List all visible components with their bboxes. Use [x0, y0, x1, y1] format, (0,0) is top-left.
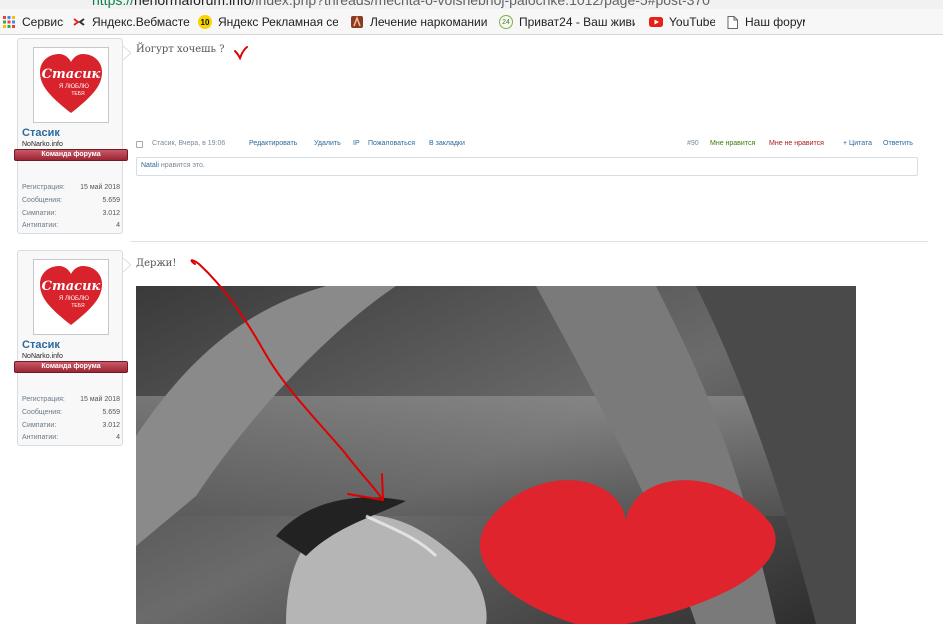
- yandex-ad-network-icon: 10: [198, 15, 212, 29]
- page-icon: [725, 15, 739, 29]
- dislike-button[interactable]: Мне не нравится: [769, 140, 824, 147]
- like-button[interactable]: Мне нравится: [710, 140, 755, 147]
- delete-link[interactable]: Удалить: [314, 140, 341, 147]
- avatar[interactable]: Стасик Я ЛЮБЛЮ ТЕБЯ: [33, 259, 109, 335]
- username[interactable]: Стасик: [22, 339, 60, 351]
- user-site: NoNarko.info: [22, 141, 63, 148]
- privat24-icon: 24: [499, 15, 513, 29]
- avatar-brand-text: Стасик: [42, 67, 101, 82]
- select-checkbox[interactable]: [136, 141, 143, 148]
- user-info-panel: Стасик Я ЛЮБЛЮ ТЕБЯ Стасик NoNarko.info …: [14, 38, 128, 234]
- post-message: Йогурт хочешь ?: [136, 44, 225, 55]
- ip-link[interactable]: IP: [353, 140, 360, 147]
- avatar-line2-text: Я ЛЮБЛЮ: [59, 84, 89, 90]
- site-favicon: [350, 15, 364, 29]
- post-message: Держи!: [136, 258, 177, 269]
- avatar-line2-text: Я ЛЮБЛЮ: [59, 296, 89, 302]
- bookmark-yandex-ad-network[interactable]: 10 Яндекс Рекламная сеть: [198, 9, 338, 35]
- bookmark-services[interactable]: Сервисы: [2, 9, 64, 35]
- bookmark-treatment[interactable]: Лечение наркомании: в: [350, 9, 488, 35]
- stat-registration: Регистрация: 15 май 2018: [22, 396, 120, 403]
- stat-likes: Симпатии: 3.012: [22, 210, 120, 217]
- avatar-line3-text: ТЕБЯ: [71, 91, 85, 97]
- post-meta-bar: Стасик, Вчера, в 19:06 Редактировать Уда…: [136, 140, 920, 152]
- avatar-line3-text: ТЕБЯ: [71, 303, 85, 309]
- post-number[interactable]: #90: [687, 140, 699, 147]
- yandex-webmaster-icon: [72, 15, 86, 29]
- stat-registration: Регистрация: 15 май 2018: [22, 184, 120, 191]
- bookmark-link[interactable]: В закладки: [429, 140, 465, 147]
- bookmark-privat24[interactable]: 24 Приват24 - Ваш живий: [499, 9, 635, 35]
- stat-dislikes: Антипатии: 4: [22, 222, 120, 229]
- user-site: NoNarko.info: [22, 353, 63, 360]
- rank-ribbon: Команда форума: [14, 149, 128, 161]
- address-bar[interactable]: https://nenormaforum.info/index.php?thre…: [0, 0, 943, 9]
- bookmark-yandex-webmaster[interactable]: Яндекс.Вебмастер: [72, 9, 190, 35]
- red-arrow-annotation: [190, 259, 384, 501]
- liker-username[interactable]: Natali: [141, 162, 159, 169]
- message-pointer: [123, 258, 131, 272]
- apps-grid-icon: [2, 15, 16, 29]
- likes-summary: Natali нравится это.: [136, 157, 918, 176]
- stat-messages: Сообщения: 5.659: [22, 409, 120, 416]
- stat-likes: Симпатии: 3.012: [22, 422, 120, 429]
- stat-dislikes: Антипатии: 4: [22, 434, 120, 441]
- address-url[interactable]: https://nenormaforum.info/index.php?thre…: [92, 0, 710, 8]
- red-checkmark-annotation: [234, 46, 248, 61]
- edit-link[interactable]: Редактировать: [249, 140, 297, 147]
- reply-link[interactable]: Ответить: [883, 140, 913, 147]
- youtube-icon: [649, 15, 663, 29]
- username[interactable]: Стасик: [22, 127, 60, 139]
- heart-avatar-image: Стасик Я ЛЮБЛЮ ТЕБЯ: [40, 54, 102, 113]
- bookmark-youtube[interactable]: YouTube: [649, 9, 715, 35]
- report-link[interactable]: Пожаловаться: [368, 140, 415, 147]
- post-divider: [130, 241, 928, 242]
- heart-avatar-image: Стасик Я ЛЮБЛЮ ТЕБЯ: [40, 266, 102, 325]
- stat-messages: Сообщения: 5.659: [22, 197, 120, 204]
- quote-link[interactable]: + Цитата: [843, 140, 872, 147]
- bookmarks-bar: Сервисы Яндекс.Вебмастер 10 Яндекс Рекла…: [0, 9, 943, 35]
- user-info-panel: Стасик Я ЛЮБЛЮ ТЕБЯ Стасик NoNarko.info …: [14, 250, 128, 446]
- bookmark-our-forum[interactable]: Наш форум: [725, 9, 805, 35]
- post-author-date[interactable]: Стасик, Вчера, в 19:06: [152, 140, 225, 147]
- avatar[interactable]: Стасик Я ЛЮБЛЮ ТЕБЯ: [33, 47, 109, 123]
- avatar-brand-text: Стасик: [42, 279, 101, 294]
- message-pointer: [123, 46, 131, 60]
- rank-ribbon: Команда форума: [14, 361, 128, 373]
